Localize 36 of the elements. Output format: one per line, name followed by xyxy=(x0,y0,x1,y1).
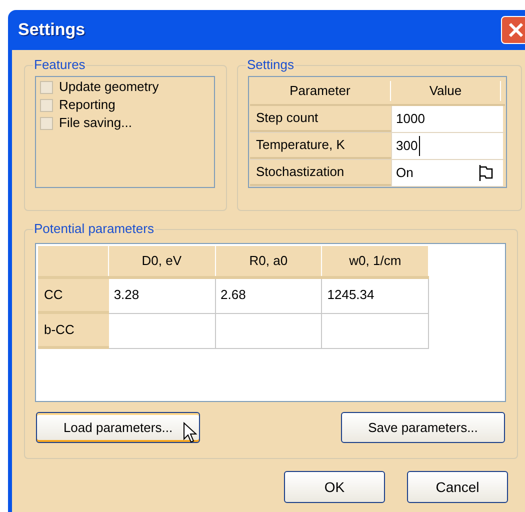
checkbox-item[interactable]: Update geometry xyxy=(40,78,214,96)
group-title: Potential parameters xyxy=(33,221,155,237)
value-cell[interactable]: On xyxy=(391,160,503,186)
close-button[interactable] xyxy=(501,16,525,44)
row-header: b-CC xyxy=(38,314,109,349)
column-header: Value xyxy=(391,81,501,101)
column-header: Parameter xyxy=(250,81,391,101)
checkbox[interactable] xyxy=(40,80,53,94)
close-icon xyxy=(508,22,524,38)
button[interactable]: Cancel xyxy=(407,471,508,503)
button[interactable]: OK xyxy=(284,471,385,503)
mouse-pointer-icon xyxy=(183,422,197,444)
window-title: Settings xyxy=(18,19,86,42)
cell-value: 1000 xyxy=(396,110,425,128)
value-cell[interactable]: 300 xyxy=(391,133,503,159)
checkbox-item[interactable]: File saving... xyxy=(40,114,214,132)
button[interactable]: Load parameters... xyxy=(36,412,200,443)
column-header: D0, eV xyxy=(108,246,216,276)
column-header: R0, a0 xyxy=(216,246,322,276)
checkbox[interactable] xyxy=(40,116,53,130)
cell-value: On xyxy=(396,164,414,182)
column-header: w0, 1/cm xyxy=(322,246,430,276)
table-cell[interactable]: 3.28 xyxy=(108,279,216,314)
value-cell[interactable]: 1000 xyxy=(391,106,503,132)
table-cell[interactable]: 1245.34 xyxy=(322,279,429,314)
group-title: Settings xyxy=(246,57,295,73)
row-header: CC xyxy=(38,279,109,314)
table-cell[interactable] xyxy=(108,314,216,349)
table-cell[interactable] xyxy=(216,314,322,349)
cell-value: 300 xyxy=(396,136,420,156)
dropdown-icon[interactable] xyxy=(479,164,493,182)
table-cell[interactable]: 2.68 xyxy=(216,279,322,314)
checkbox-item[interactable]: Reporting xyxy=(40,96,214,114)
table-cell[interactable] xyxy=(322,314,429,349)
checkbox[interactable] xyxy=(40,98,53,112)
button[interactable]: Save parameters... xyxy=(341,412,505,443)
